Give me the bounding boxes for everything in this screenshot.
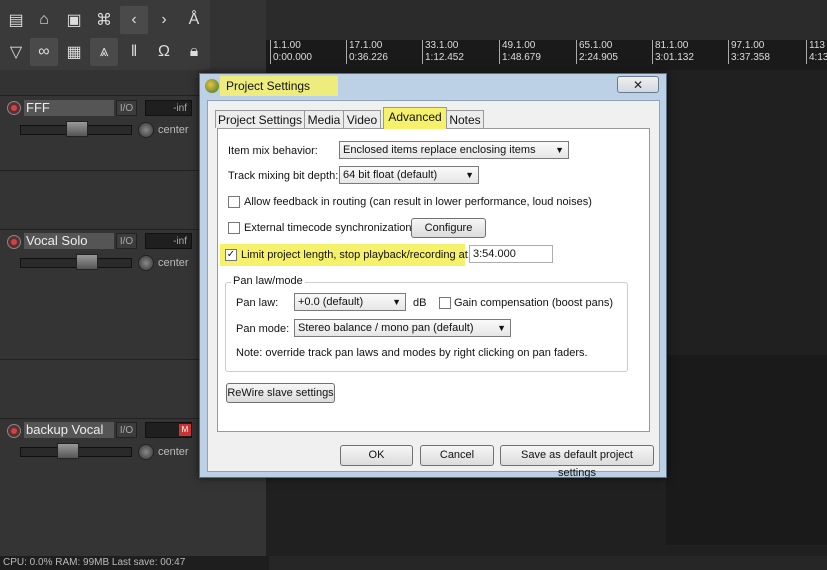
record-arm-button[interactable] bbox=[7, 424, 21, 438]
allow-feedback-label: Allow feedback in routing (can result in… bbox=[244, 196, 592, 208]
trim-icon[interactable]: ▽ bbox=[2, 38, 30, 66]
toolbar-spacer bbox=[210, 0, 266, 70]
pan-mode-label: Pan mode: bbox=[236, 323, 290, 335]
cancel-button[interactable]: Cancel bbox=[420, 445, 494, 466]
io-button[interactable]: I/O bbox=[116, 422, 137, 438]
volume-fader[interactable] bbox=[20, 443, 132, 459]
ok-button[interactable]: OK bbox=[340, 445, 413, 466]
item-mix-dropdown[interactable]: Enclosed items replace enclosing items ▼ bbox=[339, 141, 569, 159]
new-project-icon[interactable]: ▤ bbox=[2, 6, 30, 34]
tab-media[interactable]: Media bbox=[304, 110, 344, 128]
grid-icon[interactable]: ▦ bbox=[60, 38, 88, 66]
tab-project-settings[interactable]: Project Settings bbox=[215, 110, 305, 128]
rewire-settings-button[interactable]: ReWire slave settings bbox=[226, 383, 335, 403]
limit-length-checkbox[interactable]: ✓ bbox=[225, 249, 237, 261]
volume-fader[interactable] bbox=[20, 254, 132, 270]
external-timecode-label: External timecode synchronization bbox=[244, 222, 412, 234]
volume-meter: -inf bbox=[145, 100, 192, 116]
status-bar: CPU: 0.0% RAM: 99MB Last save: 00:47 bbox=[0, 556, 269, 570]
limit-length-label: Limit project length, stop playback/reco… bbox=[241, 249, 471, 261]
pan-label: center bbox=[158, 124, 189, 136]
track-name[interactable]: backup Vocal bbox=[24, 422, 114, 438]
pan-knob[interactable] bbox=[138, 255, 154, 271]
record-arm-button[interactable] bbox=[7, 235, 21, 249]
ruler-tick: 65.1.00 2:24.905 bbox=[576, 40, 618, 64]
link-icon[interactable]: ∞ bbox=[30, 38, 58, 66]
dialog-title: Project Settings bbox=[226, 79, 311, 93]
record-arm-button[interactable] bbox=[7, 101, 21, 115]
magnet-icon[interactable]: Ω bbox=[150, 38, 178, 66]
gain-compensation-checkbox[interactable] bbox=[439, 297, 451, 309]
save-default-button[interactable]: Save as default project settings bbox=[500, 445, 654, 479]
io-button[interactable]: I/O bbox=[116, 100, 137, 116]
lock-icon[interactable]: 🔒︎ bbox=[180, 38, 208, 66]
ruler-tick: 81.1.00 3:01.132 bbox=[652, 40, 694, 64]
db-label: dB bbox=[413, 297, 427, 309]
save-project-icon[interactable]: ▣ bbox=[60, 6, 88, 34]
external-timecode-checkbox[interactable] bbox=[228, 222, 240, 234]
chevron-down-icon: ▼ bbox=[555, 145, 564, 155]
limit-length-field[interactable]: 3:54.000 bbox=[469, 245, 553, 263]
ripple-icon[interactable]: ⩓ bbox=[90, 38, 118, 66]
gain-compensation-label: Gain compensation (boost pans) bbox=[454, 297, 613, 309]
ruler-tick: 113 4:13 bbox=[806, 40, 827, 64]
item-mix-label: Item mix behavior: bbox=[228, 145, 318, 157]
ruler-tick: 33.1.00 1:12.452 bbox=[422, 40, 464, 64]
metronome-icon[interactable]: Å bbox=[180, 6, 208, 34]
fader-handle[interactable] bbox=[76, 254, 98, 270]
tab-advanced[interactable]: Advanced bbox=[383, 107, 447, 129]
pan-law-label: Pan law: bbox=[236, 297, 279, 309]
chevron-down-icon: ▼ bbox=[497, 323, 506, 333]
ruler-tick: 17.1.00 0:36.226 bbox=[346, 40, 388, 64]
chevron-down-icon: ▼ bbox=[392, 297, 401, 307]
configure-button[interactable]: Configure bbox=[411, 218, 486, 238]
pan-knob[interactable] bbox=[138, 444, 154, 460]
track-name[interactable]: FFF bbox=[24, 100, 114, 116]
main-toolbar: ▤ ⌂ ▣ ⌘ ‹ › Å ▽ ∞ ▦ ⩓ ‖ Ω 🔒︎ bbox=[0, 0, 210, 70]
volume-fader[interactable] bbox=[20, 121, 132, 137]
volume-meter: M bbox=[145, 422, 192, 438]
open-project-icon[interactable]: ⌂ bbox=[30, 6, 58, 34]
track-name[interactable]: Vocal Solo bbox=[24, 233, 114, 249]
ruler-tick: 49.1.00 1:48.679 bbox=[499, 40, 541, 64]
fader-handle[interactable] bbox=[57, 443, 79, 459]
tab-notes[interactable]: Notes bbox=[446, 110, 484, 128]
tab-video[interactable]: Video bbox=[343, 110, 381, 128]
volume-meter: -inf bbox=[145, 233, 192, 249]
pan-label: center bbox=[158, 446, 189, 458]
back-icon[interactable]: ‹ bbox=[120, 6, 148, 34]
pan-group-title: Pan law/mode bbox=[231, 275, 305, 287]
fader-handle[interactable] bbox=[66, 121, 88, 137]
chevron-down-icon: ▼ bbox=[465, 170, 474, 180]
forward-icon[interactable]: › bbox=[150, 6, 178, 34]
ruler-tick: 97.1.00 3:37.358 bbox=[728, 40, 770, 64]
ruler-tick: 1.1.00 0:00.000 bbox=[270, 40, 312, 64]
io-button[interactable]: I/O bbox=[116, 233, 137, 249]
pan-law-dropdown[interactable]: +0.0 (default) ▼ bbox=[294, 293, 406, 311]
arrange-empty-area bbox=[666, 355, 827, 545]
bit-depth-dropdown[interactable]: 64 bit float (default) ▼ bbox=[339, 166, 479, 184]
pan-label: center bbox=[158, 257, 189, 269]
bit-depth-label: Track mixing bit depth: bbox=[228, 170, 339, 182]
pan-mode-dropdown[interactable]: Stereo balance / mono pan (default) ▼ bbox=[294, 319, 511, 337]
timeline-header bbox=[266, 0, 827, 40]
pan-note: Note: override track pan laws and modes … bbox=[236, 347, 588, 359]
allow-feedback-checkbox[interactable] bbox=[228, 196, 240, 208]
snap-icon[interactable]: ‖ bbox=[120, 38, 148, 66]
mute-indicator: M bbox=[179, 424, 191, 436]
close-button[interactable]: ✕ bbox=[617, 76, 659, 93]
pan-knob[interactable] bbox=[138, 122, 154, 138]
timeline-ruler[interactable]: 1.1.00 0:00.000 17.1.00 0:36.226 33.1.00 1:… bbox=[266, 40, 827, 70]
attach-icon[interactable]: ⌘ bbox=[90, 6, 118, 34]
